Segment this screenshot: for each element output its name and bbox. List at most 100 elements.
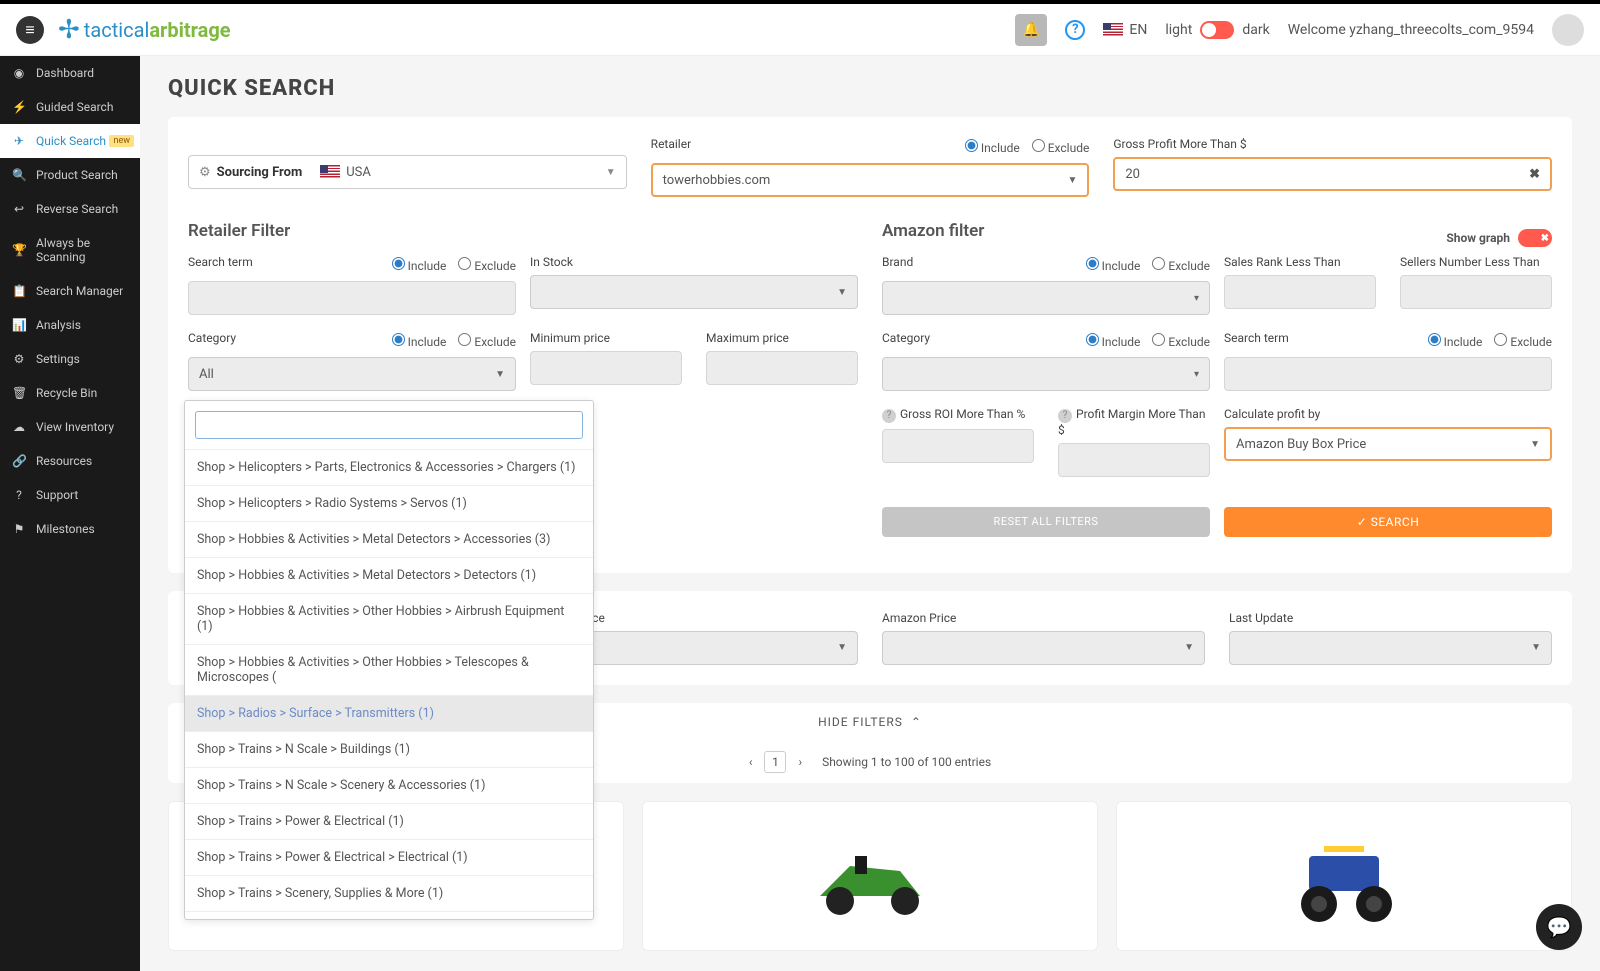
- rf-category-label: Category: [188, 331, 236, 345]
- sidebar-label: Settings: [36, 352, 80, 366]
- rf-st-include[interactable]: Include: [392, 257, 447, 273]
- help-icon[interactable]: ?: [1065, 20, 1085, 40]
- rf-minprice-input[interactable]: [530, 351, 682, 385]
- af-sellers-input[interactable]: [1400, 275, 1552, 309]
- retailer-include[interactable]: Include: [965, 139, 1020, 155]
- sidebar-item-always-be-scanning[interactable]: 🏆Always be Scanning: [0, 226, 140, 274]
- page-1[interactable]: 1: [764, 751, 786, 773]
- category-search-input[interactable]: [195, 411, 583, 439]
- sidebar-item-search-manager[interactable]: 📋Search Manager: [0, 274, 140, 308]
- af-margin-label: ?Profit Margin More Than $: [1058, 407, 1210, 437]
- rf-maxprice-input[interactable]: [706, 351, 858, 385]
- category-option[interactable]: Shop > Trains > N Scale > Buildings (1): [185, 731, 593, 767]
- hamburger-menu[interactable]: ≡: [16, 16, 44, 44]
- af-calcprofit-label: Calculate profit by: [1224, 407, 1552, 421]
- product-image: [800, 826, 940, 926]
- af-sellers-label: Sellers Number Less Than: [1400, 255, 1552, 269]
- af-calcprofit-select[interactable]: Amazon Buy Box Price▼: [1224, 427, 1552, 461]
- sidebar-label: Search Manager: [36, 284, 123, 298]
- sidebar-item-resources[interactable]: 🔗Resources: [0, 444, 140, 478]
- help-icon[interactable]: ?: [1058, 409, 1072, 423]
- category-option[interactable]: Shop > Helicopters > Radio Systems > Ser…: [185, 485, 593, 521]
- category-option[interactable]: Shop > Trains > Power & Electrical > Ele…: [185, 839, 593, 875]
- sidebar-item-product-search[interactable]: 🔍Product Search: [0, 158, 140, 192]
- category-option[interactable]: Shop > Trains > Scenery, Supplies & More…: [185, 875, 593, 911]
- gb-update-select[interactable]: ▼: [1229, 631, 1552, 665]
- search-button[interactable]: ✓ SEARCH: [1224, 507, 1552, 537]
- prev-page[interactable]: ‹: [749, 755, 753, 769]
- sidebar-label: Guided Search: [36, 100, 113, 114]
- avatar[interactable]: [1552, 14, 1584, 46]
- sidebar-item-settings[interactable]: ⚙ Settings: [0, 342, 140, 376]
- chat-icon[interactable]: 💬: [1536, 904, 1582, 950]
- show-graph-toggle[interactable]: Show graph ✖: [1446, 229, 1552, 247]
- sidebar-item-reverse-search[interactable]: ↩Reverse Search: [0, 192, 140, 226]
- af-category-select[interactable]: ▾: [882, 357, 1210, 391]
- af-st-exclude[interactable]: Exclude: [1494, 333, 1552, 349]
- sidebar-icon: ◉: [12, 66, 26, 80]
- sidebar-item-analysis[interactable]: 📊Analysis: [0, 308, 140, 342]
- category-option[interactable]: Shop > Helicopters > Parts, Electronics …: [185, 449, 593, 485]
- af-cat-include[interactable]: Include: [1086, 333, 1141, 349]
- welcome-text: Welcome yzhang_threecolts_com_9594: [1288, 22, 1534, 38]
- sidebar-icon: 🏆: [12, 243, 26, 257]
- sidebar-item-milestones[interactable]: ⚑Milestones: [0, 512, 140, 546]
- product-card[interactable]: [642, 801, 1098, 951]
- sidebar-item-dashboard[interactable]: ◉Dashboard: [0, 56, 140, 90]
- af-brand-include[interactable]: Include: [1086, 257, 1141, 273]
- category-option[interactable]: Shop > Hobbies & Activities > Other Hobb…: [185, 644, 593, 695]
- language-picker[interactable]: EN: [1103, 22, 1147, 38]
- product-card[interactable]: [1116, 801, 1572, 951]
- theme-toggle-icon[interactable]: [1200, 21, 1234, 39]
- af-search-term-input[interactable]: [1224, 357, 1552, 391]
- af-margin-input[interactable]: [1058, 443, 1210, 477]
- next-page[interactable]: ›: [798, 755, 802, 769]
- category-option[interactable]: Shop > Trains > N Scale > Scenery & Acce…: [185, 767, 593, 803]
- product-image: [1274, 826, 1414, 926]
- gross-profit-input[interactable]: 20 ✖: [1113, 157, 1552, 191]
- sidebar-label: Support: [36, 488, 78, 502]
- sidebar-label: Analysis: [36, 318, 81, 332]
- af-salesrank-input[interactable]: [1224, 275, 1376, 309]
- af-st-include[interactable]: Include: [1428, 333, 1483, 349]
- chevron-down-icon: ▼: [1067, 175, 1077, 186]
- sidebar-icon: 🔍: [12, 168, 26, 182]
- retailer-select[interactable]: towerhobbies.com ▼: [651, 163, 1090, 197]
- rf-cat-include[interactable]: Include: [392, 333, 447, 349]
- rf-category-select[interactable]: All▼: [188, 357, 516, 391]
- category-option[interactable]: Shop > Trains > Power & Electrical (1): [185, 803, 593, 839]
- retailer-filter-title: Retailer Filter: [188, 221, 858, 241]
- sidebar-label: Reverse Search: [36, 202, 118, 216]
- reset-button[interactable]: RESET ALL FILTERS: [882, 507, 1210, 537]
- theme-switch[interactable]: light dark: [1165, 21, 1269, 39]
- sidebar-icon: ⚙: [12, 352, 26, 366]
- af-brand-exclude[interactable]: Exclude: [1152, 257, 1210, 273]
- category-option[interactable]: Shop > Hobbies & Activities > Metal Dete…: [185, 521, 593, 557]
- sidebar-item-quick-search[interactable]: ✈Quick Searchnew: [0, 124, 140, 158]
- category-option[interactable]: Shop > Hobbies & Activities > Other Hobb…: [185, 593, 593, 644]
- gb-amazon-select[interactable]: ▼: [882, 631, 1205, 665]
- rf-instock-select[interactable]: ▼: [530, 275, 858, 309]
- sidebar-item-support[interactable]: ?Support: [0, 478, 140, 512]
- af-brand-select[interactable]: ▾: [882, 281, 1210, 315]
- logo[interactable]: ✢ tacticalarbitrage: [58, 15, 231, 45]
- sourcing-from[interactable]: ⚙ Sourcing From USA ▼: [188, 155, 627, 189]
- af-roi-input[interactable]: [882, 429, 1034, 463]
- help-icon[interactable]: ?: [882, 409, 896, 423]
- category-option[interactable]: Store Fronts > Scratch And Dent (1): [185, 911, 593, 919]
- rf-search-term-input[interactable]: [188, 281, 516, 315]
- gb-amazon-label: Amazon Price: [882, 611, 1205, 625]
- clear-icon[interactable]: ✖: [1529, 167, 1540, 182]
- chevron-down-icon: ▼: [606, 167, 616, 178]
- af-cat-exclude[interactable]: Exclude: [1152, 333, 1210, 349]
- sidebar-item-view-inventory[interactable]: ☁View Inventory: [0, 410, 140, 444]
- af-category-label: Category: [882, 331, 930, 345]
- category-option[interactable]: Shop > Radios > Surface > Transmitters (…: [185, 695, 593, 731]
- category-option[interactable]: Shop > Hobbies & Activities > Metal Dete…: [185, 557, 593, 593]
- rf-st-exclude[interactable]: Exclude: [458, 257, 516, 273]
- rf-cat-exclude[interactable]: Exclude: [458, 333, 516, 349]
- sidebar-item-guided-search[interactable]: ⚡Guided Search: [0, 90, 140, 124]
- notification-icon[interactable]: 🔔: [1015, 14, 1047, 46]
- sidebar-item-recycle-bin[interactable]: 🗑Recycle Bin: [0, 376, 140, 410]
- retailer-exclude[interactable]: Exclude: [1032, 139, 1090, 155]
